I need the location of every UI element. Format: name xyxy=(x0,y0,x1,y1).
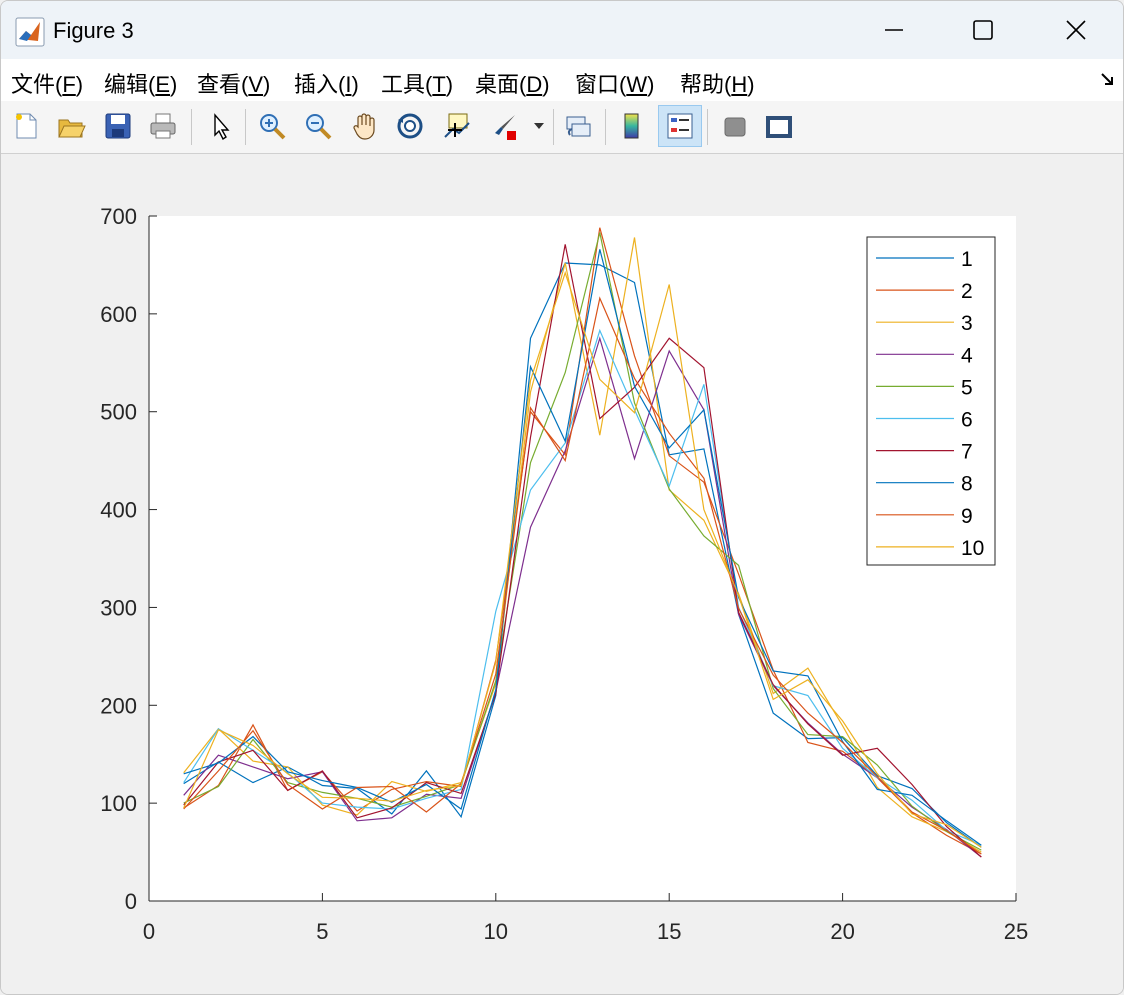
new-figure-button[interactable] xyxy=(7,107,45,145)
rotate-3d-button[interactable] xyxy=(391,107,429,145)
menu-desktop[interactable]: 桌面(D) xyxy=(475,67,550,99)
print-icon xyxy=(150,113,176,139)
brush-button[interactable] xyxy=(485,107,523,145)
open-file-icon xyxy=(58,119,86,138)
x-tick-label: 20 xyxy=(830,919,854,944)
zoom-in-icon xyxy=(260,114,286,140)
legend-label: 7 xyxy=(961,441,973,464)
x-tick-label: 15 xyxy=(657,919,681,944)
y-tick-label: 700 xyxy=(100,204,137,229)
new-figure-icon xyxy=(16,113,37,139)
figure-window: Figure 3 文件(F) 编辑(E) 查看(V) 插入(I) 工具(T) 桌… xyxy=(0,0,1124,995)
minimize-icon xyxy=(885,29,903,31)
close-button[interactable] xyxy=(1029,1,1123,59)
print-button[interactable] xyxy=(144,107,182,145)
y-tick-label: 600 xyxy=(100,302,137,327)
menu-view[interactable]: 查看(V) xyxy=(197,67,270,99)
close-icon xyxy=(1066,20,1086,40)
maximize-icon xyxy=(973,20,993,40)
menu-insert[interactable]: 插入(I) xyxy=(294,67,359,99)
legend-label: 2 xyxy=(961,280,973,303)
rotate-3d-icon xyxy=(397,113,423,139)
toolbar-separator xyxy=(605,109,606,145)
menu-tools[interactable]: 工具(T) xyxy=(381,67,453,99)
edit-plot-button[interactable] xyxy=(201,107,239,145)
figure-toolbar xyxy=(1,101,1123,154)
legend-box xyxy=(866,236,996,566)
legend-label: 3 xyxy=(961,312,973,335)
window-title: Figure 3 xyxy=(53,18,134,43)
legend-label: 10 xyxy=(961,537,984,560)
toolbar-separator xyxy=(553,109,554,145)
x-tick-label: 5 xyxy=(316,919,328,944)
show-plot-tools-icon xyxy=(766,116,792,138)
figure-canvas[interactable]: 0 5 10 15 20 25 0 100 200 300 400 500 600 700 1 2 3 4 5 6 7… xyxy=(1,154,1124,995)
matlab-figure-icon xyxy=(15,17,45,47)
x-tick-label: 0 xyxy=(143,919,155,944)
insert-colorbar-button[interactable] xyxy=(613,107,651,145)
pan-button[interactable] xyxy=(346,107,384,145)
legend[interactable]: 1 2 3 4 5 6 7 8 9 10 xyxy=(866,236,996,566)
colorbar-icon xyxy=(624,113,639,139)
menu-help[interactable]: 帮助(H) xyxy=(680,67,755,99)
toolbar-separator xyxy=(191,109,192,145)
save-button[interactable] xyxy=(99,107,137,145)
insert-legend-button[interactable] xyxy=(658,105,702,147)
dock-arrow-icon[interactable] xyxy=(1099,71,1117,89)
zoom-out-icon xyxy=(306,114,332,140)
legend-label: 8 xyxy=(961,473,973,496)
brush-dropdown[interactable] xyxy=(529,107,549,145)
y-tick-label: 400 xyxy=(100,498,137,523)
x-tick-label: 10 xyxy=(484,919,508,944)
legend-label: 9 xyxy=(961,505,973,528)
hide-plot-tools-icon xyxy=(724,117,746,137)
toolbar-separator xyxy=(707,109,708,145)
open-file-button[interactable] xyxy=(52,107,90,145)
y-tick-label: 200 xyxy=(100,693,137,718)
y-tick-label: 100 xyxy=(100,791,137,816)
brush-icon xyxy=(495,115,516,140)
show-plot-tools-button[interactable] xyxy=(759,107,797,145)
pointer-icon xyxy=(214,113,230,141)
menu-bar: 文件(F) 编辑(E) 查看(V) 插入(I) 工具(T) 桌面(D) 窗口(W… xyxy=(1,59,1123,101)
chevron-down-icon xyxy=(534,123,544,129)
maximize-button[interactable] xyxy=(936,1,1030,59)
pan-hand-icon xyxy=(353,113,375,140)
save-icon xyxy=(105,113,131,139)
hide-plot-tools-button[interactable] xyxy=(715,107,753,145)
toolbar-separator xyxy=(245,109,246,145)
x-tick-label: 25 xyxy=(1004,919,1028,944)
legend-label: 6 xyxy=(961,409,973,432)
legend-label: 1 xyxy=(961,248,973,271)
y-tick-label: 300 xyxy=(100,595,137,620)
menu-edit[interactable]: 编辑(E) xyxy=(104,67,177,99)
zoom-out-button[interactable] xyxy=(299,107,337,145)
legend-label: 5 xyxy=(961,376,973,399)
y-tick-label: 0 xyxy=(125,889,137,914)
title-bar[interactable]: Figure 3 xyxy=(1,1,1123,59)
legend-label: 4 xyxy=(961,344,973,367)
data-cursor-icon xyxy=(444,113,470,138)
minimize-button[interactable] xyxy=(847,1,941,59)
link-plot-button[interactable] xyxy=(559,107,597,145)
data-cursor-button[interactable] xyxy=(437,107,475,145)
menu-file[interactable]: 文件(F) xyxy=(11,67,83,99)
zoom-in-button[interactable] xyxy=(253,107,291,145)
link-plot-icon xyxy=(566,116,591,137)
menu-window[interactable]: 窗口(W) xyxy=(575,67,654,99)
y-tick-label: 500 xyxy=(100,400,137,425)
legend-icon xyxy=(667,113,693,139)
line-chart[interactable]: 0 5 10 15 20 25 0 100 200 300 400 500 600 700 1 2 3 4 5 6 7… xyxy=(1,154,1124,995)
